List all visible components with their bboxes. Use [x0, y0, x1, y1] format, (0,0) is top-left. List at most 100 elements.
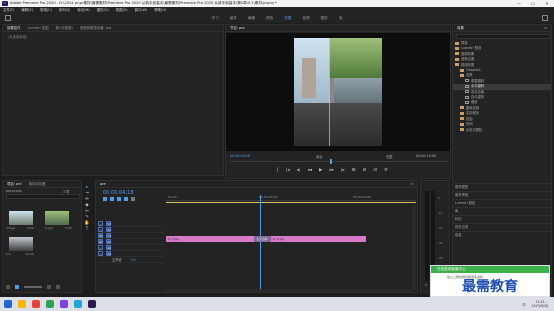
- tab-effect-controls[interactable]: 效果控件: [7, 26, 21, 30]
- playhead-marker[interactable]: [330, 159, 332, 164]
- workspace-learn[interactable]: 学习: [212, 13, 219, 23]
- tab-media-browser[interactable]: 媒体浏览器: [29, 182, 46, 186]
- consult-banner[interactable]: 在线咨询客服中心: [431, 266, 549, 273]
- panel-section-header[interactable]: 信息: [453, 231, 551, 239]
- lock-icon[interactable]: ⊟: [98, 251, 103, 256]
- add-marker-icon[interactable]: [124, 197, 128, 201]
- panel-section-header[interactable]: Lumetri 颜色: [453, 199, 551, 207]
- quality-dropdown[interactable]: 完整: [386, 154, 393, 159]
- snap-icon[interactable]: [110, 197, 114, 201]
- lock-icon[interactable]: ⊟: [98, 221, 103, 226]
- quick-export-icon[interactable]: [542, 15, 548, 21]
- timeline-playhead[interactable]: [260, 195, 261, 291]
- timeline-menu-icon[interactable]: ≡: [410, 182, 413, 186]
- export-frame-button[interactable]: ⊡: [373, 168, 377, 173]
- timeline-horizontal-scrollbar[interactable]: [166, 289, 411, 292]
- tab-audio-clip-mixer[interactable]: 音频剪辑混合器: pre: [80, 26, 112, 30]
- file-explorer-icon[interactable]: [18, 300, 26, 308]
- workspace-libraries[interactable]: 库: [339, 13, 343, 23]
- settings-button[interactable]: ✲: [384, 168, 388, 173]
- source-patch-v1[interactable]: V1: [98, 233, 103, 238]
- tab-lumetri-scopes[interactable]: Lumetri 范围: [28, 26, 49, 30]
- nest-icon[interactable]: [103, 197, 107, 201]
- effects-search-input[interactable]: [456, 34, 550, 39]
- home-icon[interactable]: [5, 15, 11, 21]
- lock-icon[interactable]: ⊟: [98, 245, 103, 250]
- meter-left: [425, 191, 429, 281]
- transition-block[interactable]: 交叉溶解: [254, 236, 270, 242]
- zoom-slider[interactable]: [24, 286, 42, 288]
- tab-program[interactable]: 节目: pre: [230, 26, 245, 30]
- master-volume[interactable]: 0.0: [131, 258, 136, 262]
- tab-source[interactable]: 源:(无剪辑): [55, 26, 72, 30]
- time-ruler[interactable]: 00:00 00:00:05:00 00:00:10:00: [166, 193, 416, 201]
- premiere-taskbar-icon[interactable]: [88, 300, 96, 308]
- program-scrub-bar[interactable]: [230, 159, 448, 164]
- workspace-assembly[interactable]: 组件: [230, 13, 237, 23]
- go-to-in-button[interactable]: |◂: [286, 168, 290, 173]
- wechat-icon[interactable]: [46, 300, 54, 308]
- step-back-button[interactable]: ◂◂: [307, 168, 312, 173]
- new-bin-icon[interactable]: [47, 285, 51, 289]
- type-tool-icon[interactable]: T: [84, 227, 90, 233]
- tab-effects[interactable]: 效果: [457, 26, 464, 30]
- qq-icon[interactable]: [74, 300, 82, 308]
- new-item-icon[interactable]: [56, 285, 60, 289]
- project-thumb-sequence[interactable]: [9, 237, 33, 251]
- panel-section-header[interactable]: 库: [453, 207, 551, 215]
- track-label[interactable]: A1: [106, 239, 112, 244]
- minimize-button[interactable]: —: [512, 0, 526, 7]
- browser-icon[interactable]: [32, 300, 40, 308]
- play-button[interactable]: ▶: [319, 168, 322, 173]
- list-view-icon[interactable]: [6, 285, 10, 289]
- effects-folder-item[interactable]: 杂色与颗粒: [453, 128, 551, 133]
- project-thumb-image[interactable]: [9, 211, 33, 225]
- solo-left[interactable]: S: [425, 283, 427, 287]
- track-label[interactable]: V3: [106, 221, 112, 226]
- tab-project[interactable]: 项目: pre: [7, 182, 22, 186]
- lift-button[interactable]: ⊞: [352, 168, 356, 173]
- project-search-input[interactable]: [6, 194, 80, 199]
- tab-sequence[interactable]: pre: [100, 182, 106, 186]
- program-timecode[interactable]: 00:00:04:18: [230, 154, 250, 158]
- start-icon[interactable]: [4, 300, 12, 308]
- go-to-out-button[interactable]: ◂|: [297, 168, 301, 173]
- wrench-icon[interactable]: [131, 197, 135, 201]
- panel-menu-icon[interactable]: ≡: [544, 26, 547, 30]
- clip-jpg-3[interactable]: fx 5.jpg: [271, 236, 366, 242]
- input-language[interactable]: 中: [522, 302, 525, 307]
- track-label[interactable]: V1: [106, 233, 112, 238]
- maximize-button[interactable]: ☐: [526, 0, 540, 7]
- workspace-effects[interactable]: 效果: [284, 13, 291, 23]
- fit-dropdown[interactable]: 适合: [316, 154, 323, 159]
- clip-jpg-1[interactable]: fx 5.jpg: [166, 236, 261, 242]
- panel-section-header[interactable]: 基本图形: [453, 183, 551, 191]
- linked-selection-icon[interactable]: [117, 197, 121, 201]
- clock[interactable]: 17:23 2023/6/28: [532, 300, 554, 308]
- lock-icon[interactable]: ⊟: [98, 227, 103, 232]
- track-label[interactable]: A2: [106, 245, 112, 250]
- app-icon[interactable]: [60, 300, 68, 308]
- project-thumb-jpg[interactable]: [45, 211, 69, 225]
- workspace-graphics[interactable]: 图形: [321, 13, 328, 23]
- track-label[interactable]: V2: [106, 227, 112, 232]
- icon-view-icon[interactable]: [15, 285, 19, 289]
- panel-section-header[interactable]: 标记: [453, 215, 551, 223]
- mark-in-button[interactable]: {: [276, 168, 279, 173]
- program-video-area[interactable]: [226, 33, 450, 151]
- timeline-vertical-scrollbar[interactable]: [412, 205, 416, 290]
- panel-section-header[interactable]: 历史记录: [453, 223, 551, 231]
- workspace-audio[interactable]: 音频: [302, 13, 309, 23]
- step-forward-button[interactable]: ▸▸: [329, 168, 334, 173]
- track-label[interactable]: A3: [106, 251, 112, 256]
- video-frame: [294, 38, 382, 146]
- workspace-color[interactable]: 颜色: [266, 13, 273, 23]
- close-button[interactable]: ✕: [540, 0, 554, 7]
- source-patch-a1[interactable]: A1: [98, 239, 103, 244]
- timeline-timecode[interactable]: 00:00:04:18: [103, 190, 134, 196]
- go-to-end-button[interactable]: |▸: [341, 168, 345, 173]
- panel-section-header[interactable]: 基本声音: [453, 191, 551, 199]
- work-area-bar[interactable]: [166, 202, 416, 203]
- workspace-editing[interactable]: 编辑: [248, 13, 255, 23]
- extract-button[interactable]: ⊟: [363, 168, 367, 173]
